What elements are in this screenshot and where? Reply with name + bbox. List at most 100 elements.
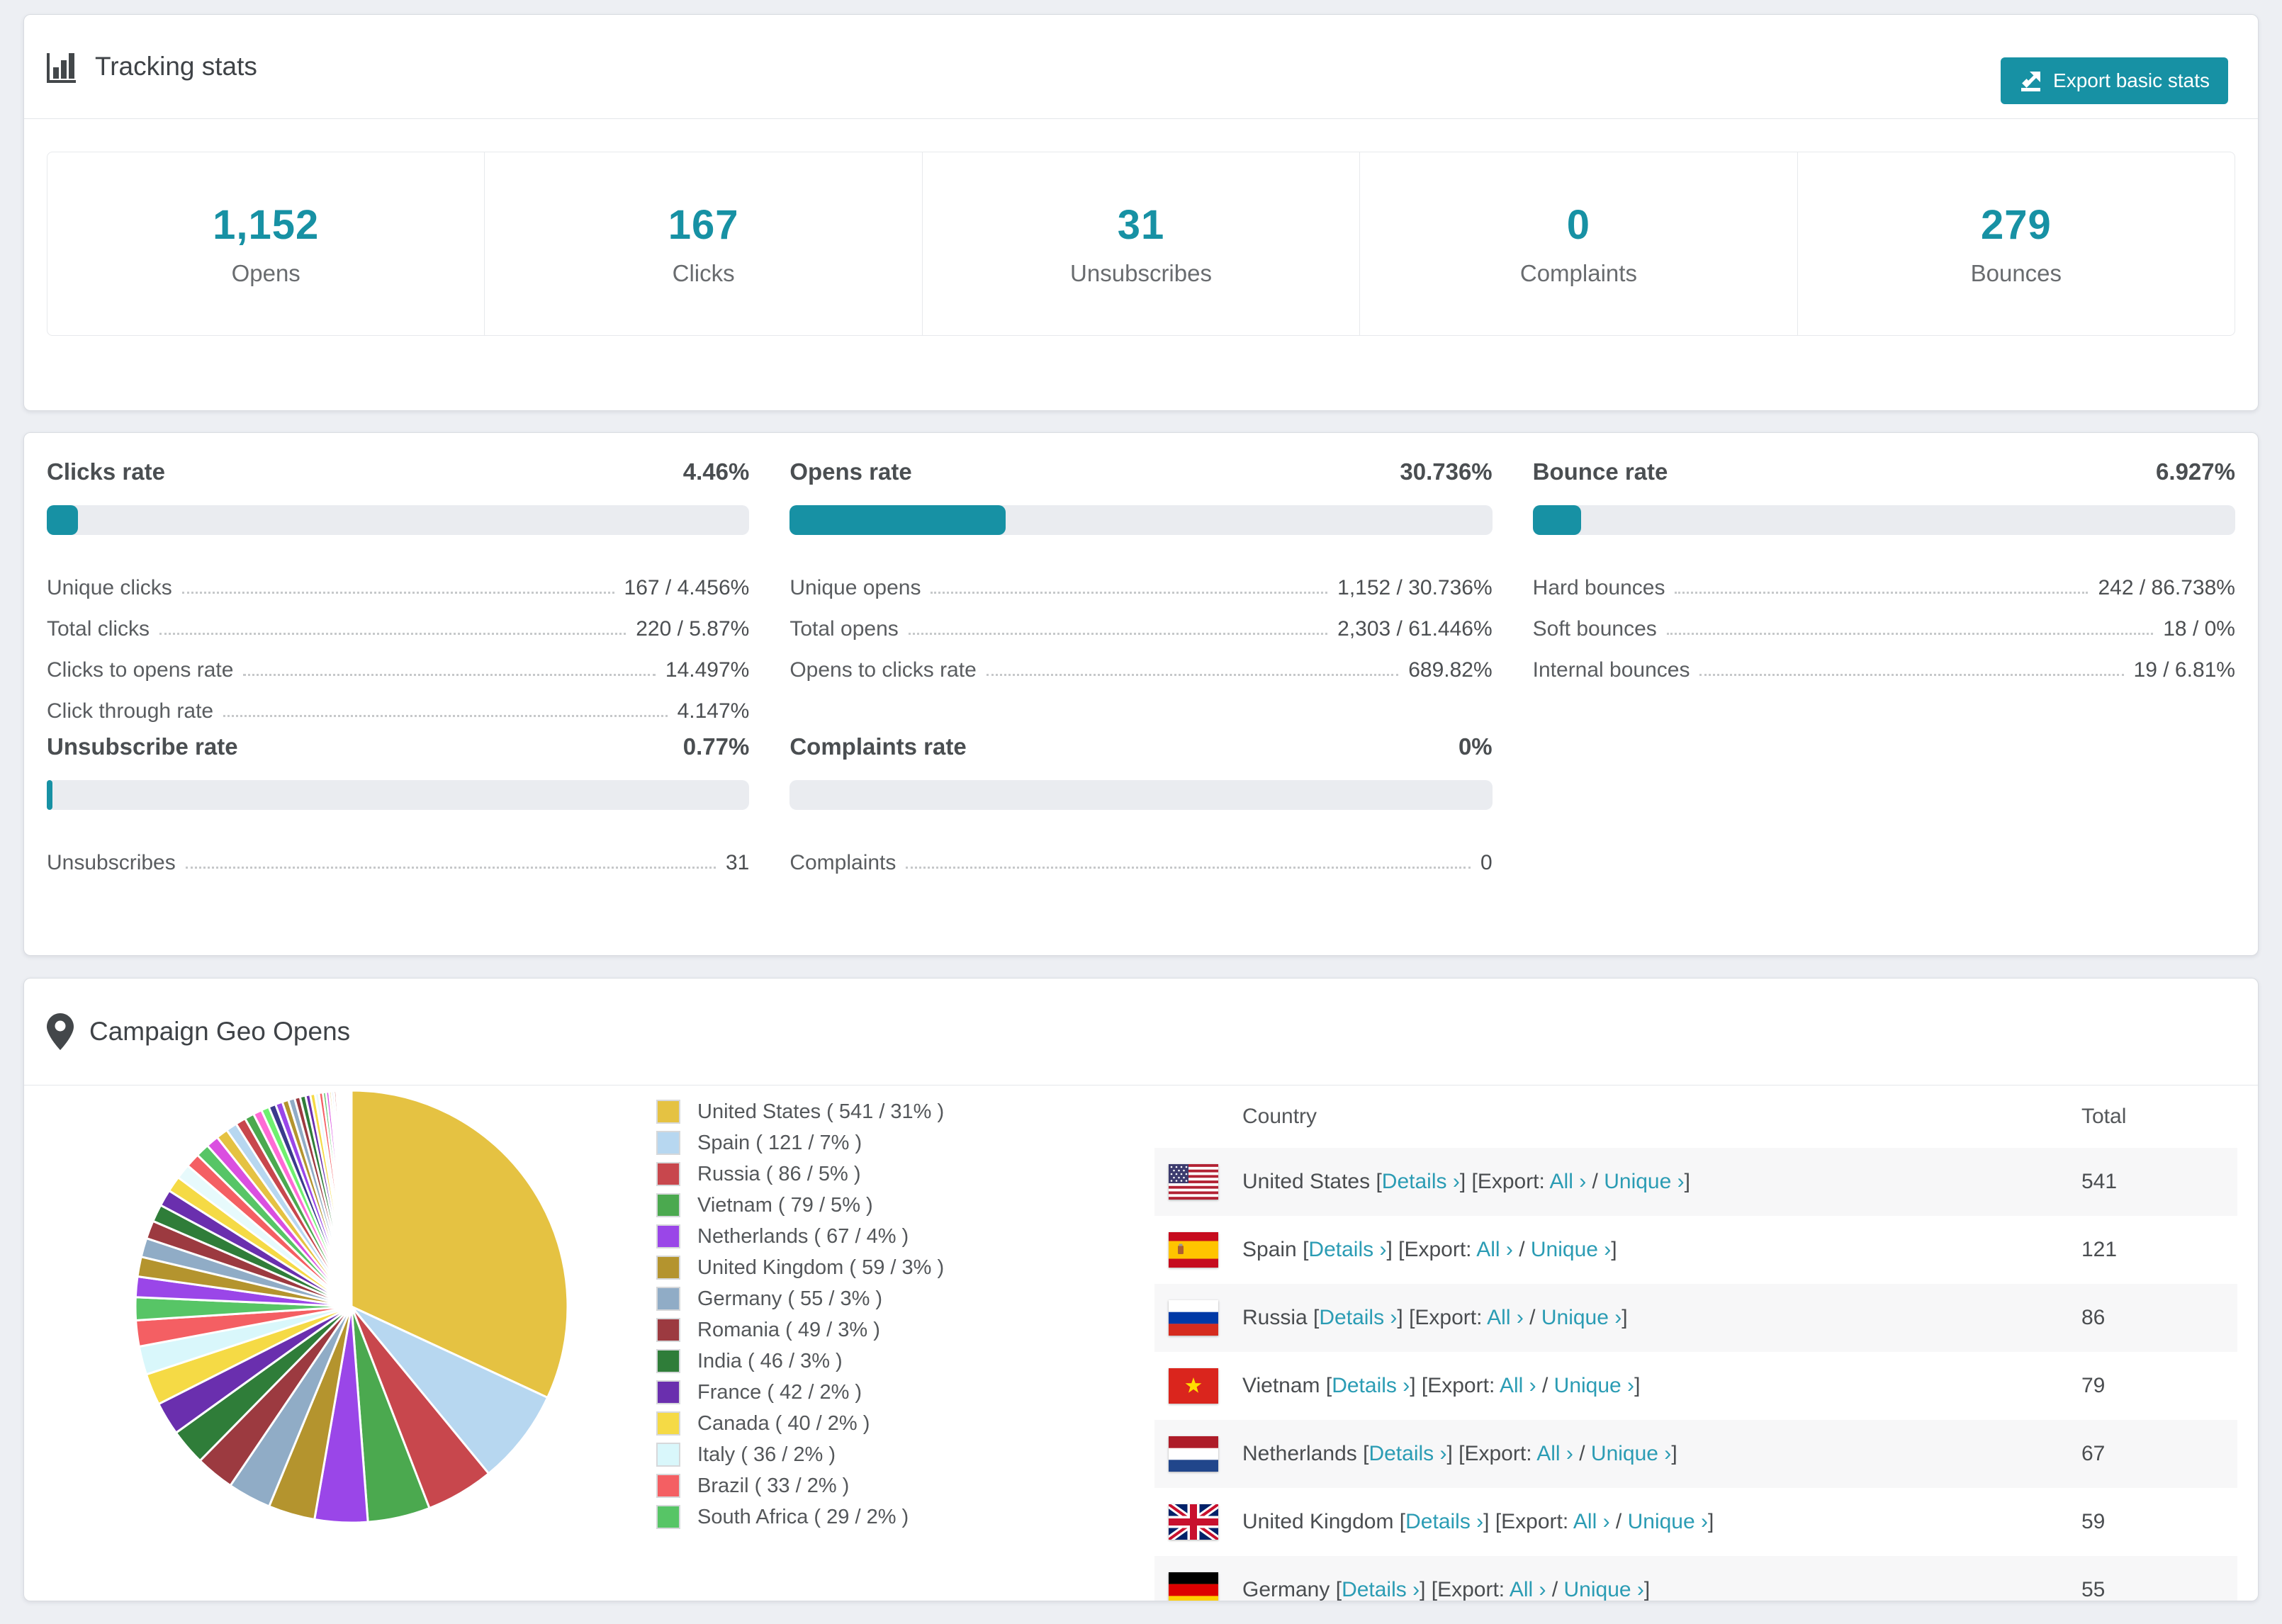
export-all-link[interactable]: All › — [1550, 1170, 1587, 1193]
dotted-leader — [1666, 633, 2154, 635]
flag-vn-icon — [1169, 1368, 1218, 1404]
geo-pie-chart — [134, 1089, 569, 1524]
rate-value: 6.927% — [2156, 458, 2235, 485]
rate-head: Complaints rate 0% — [789, 733, 1492, 765]
details-link[interactable]: Details › — [1405, 1510, 1483, 1533]
legend-label: United States ( 541 / 31% ) — [697, 1100, 945, 1123]
stat-cell: 0 Complaints — [1359, 152, 1797, 335]
export-unique-link[interactable]: Unique › — [1604, 1170, 1684, 1193]
stat-value: 31 — [1117, 201, 1165, 248]
flag-es-icon — [1169, 1232, 1218, 1268]
export-unique-link[interactable]: Unique › — [1628, 1510, 1708, 1533]
country-name: Netherlands — [1242, 1442, 1364, 1465]
rate-section-complaints: Complaints rate 0% Complaints 0 — [789, 733, 1493, 875]
table-row: Germany [Details ›] [Export: All › / Uni… — [1154, 1556, 2237, 1601]
details-link[interactable]: Details › — [1368, 1442, 1446, 1465]
legend-item: United States ( 541 / 31% ) — [656, 1096, 944, 1127]
stats-row: 1,152 Opens 167 Clicks 31 Unsubscribes 0 Compla… — [47, 152, 2235, 336]
export-all-link[interactable]: All › — [1573, 1510, 1610, 1533]
legend-label: Romania ( 49 / 3% ) — [697, 1318, 880, 1341]
export-all-link[interactable]: All › — [1476, 1238, 1513, 1261]
tracking-stats-card: Tracking stats Export basic stats 1,152 O… — [23, 14, 2259, 411]
stat-label: Clicks — [672, 259, 735, 286]
rate-title: Bounce rate — [1532, 458, 1668, 485]
rate-value: 4.46% — [682, 458, 750, 485]
rate-row: Hard bounces 242 / 86.738% — [1533, 559, 2235, 600]
legend-swatch — [656, 1287, 680, 1311]
dotted-leader — [181, 592, 614, 594]
flag-gb-icon — [1169, 1504, 1218, 1540]
legend-swatch — [656, 1131, 680, 1155]
rate-row: Unique clicks 167 / 4.456% — [47, 559, 749, 600]
legend-swatch — [656, 1100, 680, 1124]
export-all-link[interactable]: All › — [1510, 1578, 1546, 1601]
column-header-total: Total — [2081, 1105, 2127, 1128]
rate-rows: Hard bounces 242 / 86.738% Soft bounces 18 … — [1533, 559, 2235, 682]
geo-table-header: Country Total — [1154, 1086, 2237, 1148]
country-name: United Kingdom — [1242, 1510, 1400, 1533]
export-unique-link[interactable]: Unique › — [1564, 1578, 1644, 1601]
details-link[interactable]: Details › — [1382, 1170, 1460, 1193]
dotted-leader — [1675, 592, 2089, 594]
export-all-link[interactable]: All › — [1487, 1306, 1524, 1329]
geo-table-body: United States [Details ›] [Export: All ›… — [1154, 1148, 2237, 1601]
rate-row-label: Unique opens — [789, 576, 921, 599]
country-cell: United States [Details ›] [Export: All ›… — [1242, 1170, 2081, 1194]
legend-swatch — [656, 1349, 680, 1373]
separator-text: / — [1546, 1578, 1564, 1601]
dashboard-page: Tracking stats Export basic stats 1,152 O… — [0, 0, 2282, 1624]
stat-label: Unsubscribes — [1070, 259, 1212, 286]
export-button-label: Export basic stats — [2053, 69, 2210, 91]
details-link[interactable]: Details › — [1332, 1374, 1410, 1397]
rate-title: Complaints rate — [789, 733, 967, 760]
rate-row-value: 220 / 5.87% — [636, 617, 750, 641]
total-cell: 67 — [2081, 1442, 2106, 1465]
rate-row: Total opens 2,303 / 61.446% — [789, 600, 1492, 641]
rate-row-label: Internal bounces — [1532, 658, 1690, 682]
rate-rows: Unsubscribes 31 — [47, 834, 749, 875]
flag-ru-icon — [1169, 1300, 1218, 1336]
separator-text: / — [1573, 1442, 1591, 1465]
bracket-text: ] [Export: — [1420, 1578, 1510, 1601]
rates-grid: Clicks rate 4.46% Unique clicks 167 / 4.456… — [24, 433, 2258, 875]
total-cell: 86 — [2081, 1306, 2106, 1329]
details-link[interactable]: Details › — [1342, 1578, 1420, 1601]
legend-item: Germany ( 55 / 3% ) — [656, 1283, 944, 1314]
flag-us-icon — [1169, 1164, 1218, 1200]
rate-row-label: Opens to clicks rate — [789, 658, 977, 682]
export-basic-stats-button[interactable]: Export basic stats — [2001, 57, 2228, 104]
country-cell: Spain [Details ›] [Export: All › / Uniqu… — [1242, 1238, 2081, 1262]
separator-text: / — [1512, 1238, 1531, 1261]
export-unique-link[interactable]: Unique › — [1591, 1442, 1671, 1465]
rate-row-label: Soft bounces — [1532, 617, 1657, 641]
dotted-leader — [986, 674, 1399, 676]
rate-row-value: 689.82% — [1408, 658, 1493, 682]
export-unique-link[interactable]: Unique › — [1531, 1238, 1611, 1261]
country-cell: Russia [Details ›] [Export: All › / Uniq… — [1242, 1306, 2081, 1330]
details-link[interactable]: Details › — [1308, 1238, 1386, 1261]
bracket-text: [ — [1376, 1170, 1382, 1193]
export-unique-link[interactable]: Unique › — [1541, 1306, 1621, 1329]
bracket-text: [ — [1325, 1374, 1332, 1397]
total-cell: 121 — [2081, 1238, 2118, 1261]
export-all-link[interactable]: All › — [1500, 1374, 1536, 1397]
export-all-link[interactable]: All › — [1536, 1442, 1573, 1465]
rate-section-bounce: Bounce rate 6.927% Hard bounces 242 / 86.73… — [1532, 458, 2235, 723]
stat-cell: 31 Unsubscribes — [921, 152, 1359, 335]
table-row: United Kingdom [Details ›] [Export: All … — [1154, 1488, 2237, 1556]
legend-label: Netherlands ( 67 / 4% ) — [697, 1224, 909, 1248]
legend-label: South Africa ( 29 / 2% ) — [697, 1505, 909, 1528]
legend-label: France ( 42 / 2% ) — [697, 1380, 862, 1404]
column-header-country: Country — [1242, 1105, 1317, 1128]
map-pin-icon — [47, 1013, 74, 1050]
rate-row-value: 19 / 6.81% — [2133, 658, 2235, 682]
export-unique-link[interactable]: Unique › — [1554, 1374, 1634, 1397]
geo-body: United States ( 541 / 31% ) Spain ( 121 /… — [24, 1086, 2258, 1601]
legend-label: United Kingdom ( 59 / 3% ) — [697, 1256, 945, 1279]
legend-item: Canada ( 40 / 2% ) — [656, 1408, 944, 1439]
rate-row-value: 4.147% — [677, 699, 750, 723]
details-link[interactable]: Details › — [1319, 1306, 1397, 1329]
stat-value: 1,152 — [213, 201, 320, 248]
rate-row-label: Total clicks — [47, 617, 150, 641]
bracket-text: ] — [1611, 1238, 1617, 1261]
